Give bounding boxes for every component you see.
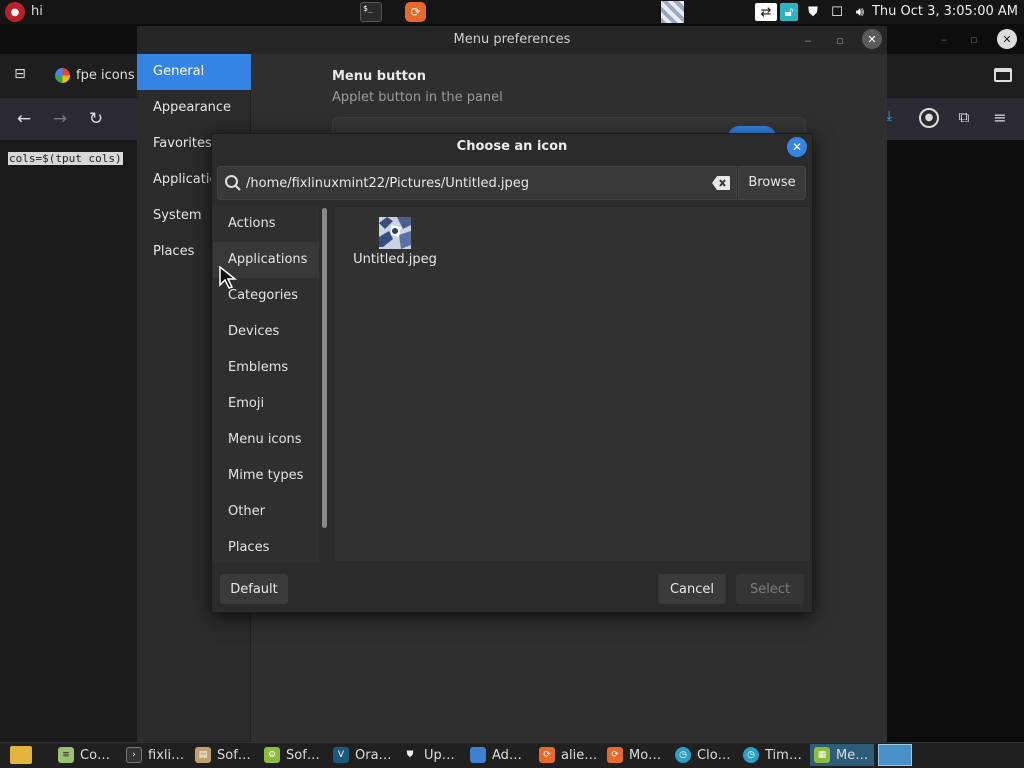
firefox-launcher-icon[interactable]: ⟳ xyxy=(405,2,426,22)
window-title: Menu preferences xyxy=(453,32,571,47)
category-scrollbar[interactable] xyxy=(322,208,327,528)
vpn-lock-icon[interactable]: 🔓︎ xyxy=(780,3,798,21)
taskbar-item[interactable]: ≡ Co… xyxy=(58,744,110,766)
update-manager-icon: ⛊ xyxy=(406,750,414,760)
mouse-cursor-icon xyxy=(219,265,238,294)
terminal-icon: › xyxy=(126,747,142,763)
clock[interactable]: Thu Oct 3, 3:05:00 AM xyxy=(872,4,1018,19)
select-button[interactable]: Select xyxy=(735,573,805,605)
bg-minimize-icon[interactable]: ‒ xyxy=(934,29,954,49)
tab-title[interactable]: fpe icons xyxy=(76,68,135,83)
back-icon[interactable]: ← xyxy=(6,101,42,137)
software-sources-icon: ⚙ xyxy=(264,747,280,763)
icon-file-name[interactable]: Untitled.jpeg xyxy=(348,252,442,267)
taskbar-item[interactable]: ⛊ Up… xyxy=(402,744,455,766)
category-devices[interactable]: Devices xyxy=(213,314,319,350)
category-actions[interactable]: Actions xyxy=(213,206,319,242)
close-window-icon[interactable]: ✕ xyxy=(862,29,882,49)
category-mime-types[interactable]: Mime types xyxy=(213,458,319,494)
firefox-icon: ⟳ xyxy=(607,747,623,763)
browse-button[interactable]: Browse xyxy=(738,166,806,200)
menu-icon: ▦ xyxy=(814,747,830,763)
active-app-label: hi xyxy=(31,4,43,19)
icon-category-list: Actions Applications Categories Devices … xyxy=(213,206,319,563)
download-icon[interactable]: ⤓ xyxy=(886,108,898,128)
category-places[interactable]: Places xyxy=(213,530,319,563)
search-icon xyxy=(224,174,242,192)
icon-path-input[interactable] xyxy=(246,167,706,199)
checkbox-icon[interactable]: ☐ xyxy=(828,3,846,21)
firefox-tabbar: ⊟ fpe icons xyxy=(0,54,137,98)
software-manager-icon: ▤ xyxy=(195,747,211,763)
volume-icon[interactable]: 🔊︎ xyxy=(851,3,869,21)
clock-icon: ◷ xyxy=(743,747,759,763)
hamburger-menu-icon[interactable]: ≡ xyxy=(990,108,1010,128)
firefox-tabbar-right xyxy=(886,54,1024,98)
sidebar-item-appearance[interactable]: Appearance xyxy=(137,90,251,126)
taskbar-item[interactable]: V Ora… xyxy=(333,744,392,766)
image-launcher-icon[interactable] xyxy=(661,1,684,23)
window-list-icon[interactable] xyxy=(994,68,1012,82)
section-subtitle: Applet button in the panel xyxy=(332,90,503,105)
cancel-button[interactable]: Cancel xyxy=(657,573,727,605)
file-manager-icon[interactable] xyxy=(10,746,32,764)
category-menu-icons[interactable]: Menu icons xyxy=(213,422,319,458)
taskbar-item[interactable]: ⟳ Mo… xyxy=(607,744,661,766)
tab-overview-icon[interactable]: ⊟ xyxy=(10,66,30,86)
taskbar-item[interactable]: › fixli… xyxy=(126,744,184,766)
bg-maximize-icon[interactable]: ▫ xyxy=(964,29,984,49)
default-button[interactable]: Default xyxy=(219,573,289,605)
window-icon xyxy=(470,747,486,763)
taskbar-item[interactable]: ⚙ Sof… xyxy=(264,744,320,766)
menu-preferences-titlebar: Menu preferences xyxy=(137,26,887,54)
taskbar-item[interactable]: ◷ Clo… xyxy=(675,744,731,766)
sidebar-item-general[interactable]: General xyxy=(137,54,251,90)
dialog-title: Choose an icon xyxy=(456,139,568,154)
network-icon[interactable]: ⇄ xyxy=(755,3,777,21)
reload-icon[interactable]: ↻ xyxy=(78,101,114,137)
taskbar-item[interactable]: ◷ Tim… xyxy=(743,744,802,766)
app-launcher-icon[interactable]: ● xyxy=(5,2,25,22)
shield-icon[interactable]: ⛊ xyxy=(804,3,822,21)
taskbar-item[interactable]: ⟳ alie… xyxy=(539,744,597,766)
text-editor-icon: ≡ xyxy=(58,747,74,763)
google-icon xyxy=(55,68,70,83)
untitled-jpeg-thumbnail[interactable] xyxy=(379,217,411,249)
category-other[interactable]: Other xyxy=(213,494,319,530)
oracle-icon: V xyxy=(333,747,349,763)
clock-icon: ◷ xyxy=(675,747,691,763)
maximize-icon[interactable]: ▫ xyxy=(830,30,850,50)
close-dialog-icon[interactable]: ✕ xyxy=(787,137,807,157)
terminal-selected-text: cols=$(tput cols) xyxy=(8,152,123,165)
taskbar-item[interactable]: Ad… xyxy=(470,744,522,766)
category-emblems[interactable]: Emblems xyxy=(213,350,319,386)
category-emoji[interactable]: Emoji xyxy=(213,386,319,422)
section-heading: Menu button xyxy=(332,69,426,84)
clear-text-icon[interactable] xyxy=(711,175,731,191)
terminal-launcher-icon[interactable]: $_ xyxy=(360,2,382,22)
account-icon[interactable]: ● xyxy=(919,108,939,128)
bg-close-icon[interactable]: ✕ xyxy=(997,29,1017,49)
firefox-navbar: ← → ↻ xyxy=(0,98,137,140)
workspace-switcher[interactable] xyxy=(878,744,912,766)
firefox-content-right xyxy=(886,140,1024,742)
firefox-navbar-right: ⤓ ● ⧉ ≡ xyxy=(886,98,1024,140)
forward-icon[interactable]: → xyxy=(42,101,78,137)
minimize-icon[interactable]: ‒ xyxy=(798,30,818,50)
top-panel: ● hi $_ ⟳ ⇄ 🔓︎ ⛊ ☐ 🔊︎ Thu Oct 3, 3:05:00… xyxy=(0,0,1024,24)
firefox-icon: ⟳ xyxy=(539,747,555,763)
taskbar-item[interactable]: ▤ Sof… xyxy=(195,744,251,766)
extensions-icon[interactable]: ⧉ xyxy=(954,108,974,128)
taskbar-item-active[interactable]: ▦ Me… xyxy=(810,744,875,766)
